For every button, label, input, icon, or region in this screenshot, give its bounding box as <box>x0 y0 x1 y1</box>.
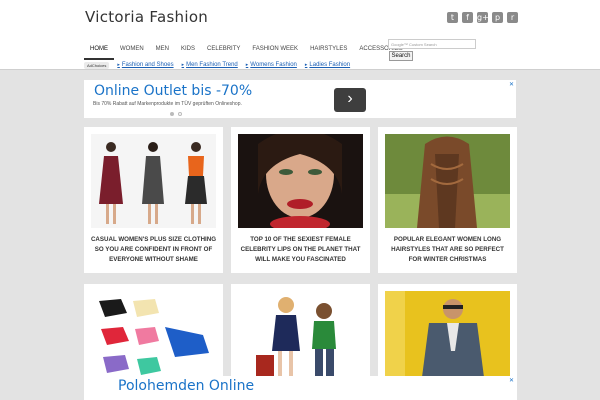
ad-link[interactable]: ▸ Womens Fashion <box>246 62 297 68</box>
ad-arrow-button[interactable]: › <box>334 88 366 112</box>
nav-item-women[interactable]: WOMEN <box>114 40 150 60</box>
ad-link[interactable]: ▸ Fashion and Shoes <box>117 62 173 68</box>
search-button[interactable]: Search <box>389 51 413 61</box>
post-image[interactable] <box>91 291 216 385</box>
post-card[interactable]: CASUAL WOMEN'S PLUS SIZE CLOTHING SO YOU… <box>84 127 223 273</box>
ad-links-row: AdChoices ▸ Fashion and Shoes ▸ Men Fashio… <box>84 60 350 70</box>
post-caption[interactable]: CASUAL WOMEN'S PLUS SIZE CLOTHING SO YOU… <box>90 235 217 265</box>
post-image[interactable] <box>91 134 216 228</box>
ad-title[interactable]: Online Outlet bis -70% <box>94 83 252 99</box>
post-image[interactable] <box>238 291 363 385</box>
social-links: t f g+ p r <box>447 12 518 23</box>
ad-banner-top[interactable]: Online Outlet bis -70% Bis 70% Rabatt au… <box>84 80 516 118</box>
site-title[interactable]: Victoria Fashion <box>85 8 208 26</box>
search-input[interactable]: Google™ Custom Search <box>388 39 476 49</box>
ad-link[interactable]: ▸ Ladies Fashion <box>305 62 350 68</box>
nav-item-celebrity[interactable]: CELEBRITY <box>201 40 246 60</box>
ad-close-icon[interactable]: ✕ <box>509 377 514 384</box>
adchoices-badge[interactable]: AdChoices <box>84 61 110 69</box>
ad-banner-bottom[interactable]: Polohemden Online ✕ <box>84 376 516 400</box>
ad-link[interactable]: ▸ Men Fashion Trend <box>182 62 238 68</box>
triangle-icon: ▸ <box>117 62 120 68</box>
triangle-icon: ▸ <box>245 62 249 68</box>
ad-subtitle: Bis 70% Rabatt auf Markenprodukte im TÜV… <box>93 101 242 107</box>
nav-item-home[interactable]: HOME <box>84 40 114 60</box>
carousel-dot[interactable] <box>178 112 182 116</box>
post-caption[interactable]: POPULAR ELEGANT WOMEN LONG HAIRSTYLES TH… <box>384 235 511 265</box>
ad-close-icon[interactable]: ✕ <box>509 81 514 88</box>
nav-item-fashion-week[interactable]: FASHION WEEK <box>246 40 304 60</box>
triangle-icon: ▸ <box>181 62 185 68</box>
post-card[interactable]: POPULAR ELEGANT WOMEN LONG HAIRSTYLES TH… <box>378 127 517 273</box>
post-card[interactable]: TOP 10 OF THE SEXIEST FEMALE CELEBRITY L… <box>231 127 370 273</box>
nav-item-men[interactable]: MEN <box>150 40 175 60</box>
site-header: Victoria Fashion t f g+ p r HOME WOMEN M… <box>0 0 600 70</box>
post-image[interactable] <box>385 291 510 385</box>
post-image[interactable] <box>238 134 363 228</box>
rss-icon[interactable]: r <box>507 12 518 23</box>
twitter-icon[interactable]: t <box>447 12 458 23</box>
post-image[interactable] <box>385 134 510 228</box>
facebook-icon[interactable]: f <box>462 12 473 23</box>
nav-item-hairstyles[interactable]: HAIRSTYLES <box>304 40 353 60</box>
post-caption[interactable]: TOP 10 OF THE SEXIEST FEMALE CELEBRITY L… <box>237 235 364 265</box>
google-plus-icon[interactable]: g+ <box>477 12 489 23</box>
nav-item-kids[interactable]: KIDS <box>175 40 201 60</box>
carousel-dot[interactable] <box>170 112 174 116</box>
pinterest-icon[interactable]: p <box>492 12 503 23</box>
main-nav: HOME WOMEN MEN KIDS CELEBRITY FASHION WE… <box>84 40 409 60</box>
ad-title[interactable]: Polohemden Online <box>118 378 254 394</box>
triangle-icon: ▸ <box>304 62 308 68</box>
carousel-dots <box>170 112 182 116</box>
